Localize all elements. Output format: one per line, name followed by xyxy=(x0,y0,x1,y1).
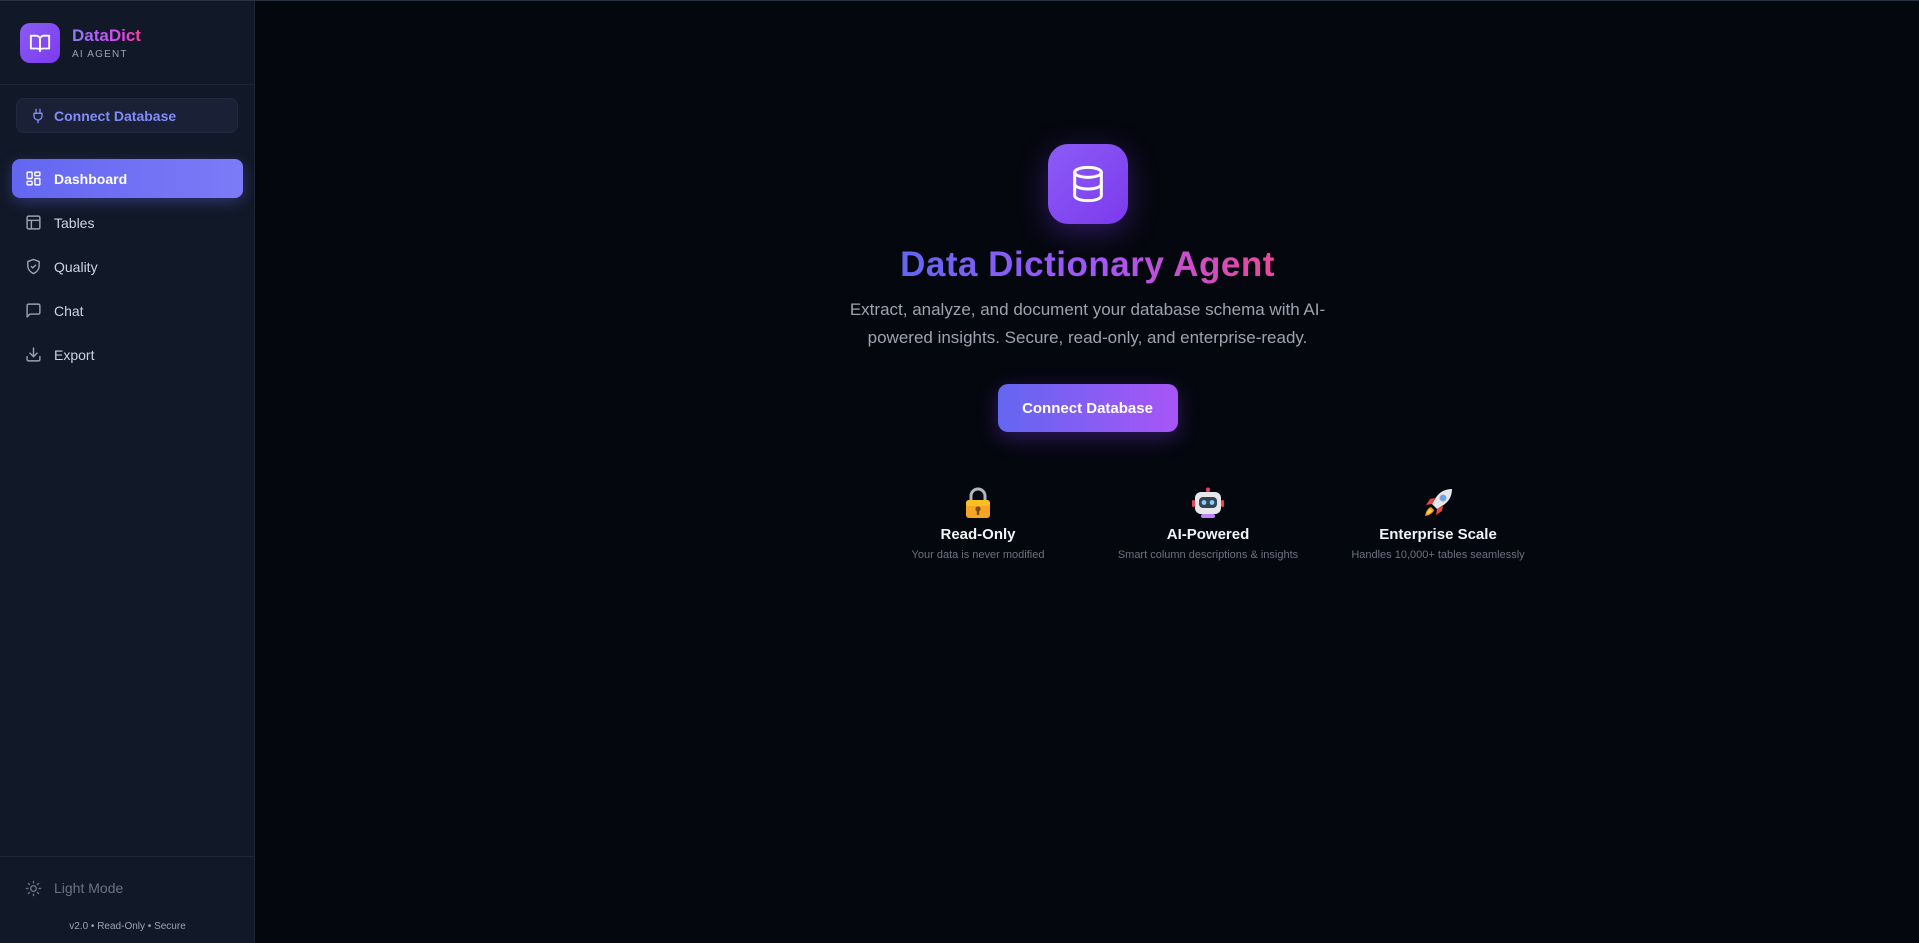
sidebar-item-label: Dashboard xyxy=(54,170,128,187)
sidebar-item-export[interactable]: Export xyxy=(12,335,243,374)
brand-name: DataDict xyxy=(72,26,141,45)
lock-icon xyxy=(858,486,1098,520)
shield-check-icon xyxy=(25,258,42,275)
connect-database-button[interactable]: Connect Database xyxy=(997,384,1178,432)
robot-icon xyxy=(1088,486,1328,520)
hero: Data Dictionary Agent Extract, analyze, … xyxy=(256,144,1919,432)
feature-title: AI-Powered xyxy=(1166,526,1250,543)
sidebar-item-label: Chat xyxy=(54,302,84,319)
sidebar-item-label: Export xyxy=(54,346,95,363)
hero-description: Extract, analyze, and document your data… xyxy=(849,300,1326,347)
dashboard-icon xyxy=(25,170,42,187)
main-content: Data Dictionary Agent Extract, analyze, … xyxy=(256,1,1919,943)
sidebar-item-tables[interactable]: Tables xyxy=(12,203,243,242)
app-window: DataDict AI AGENT Connect Database Dashb… xyxy=(0,0,1919,943)
light-mode-toggle[interactable]: Light Mode xyxy=(12,870,243,906)
plug-icon xyxy=(30,108,46,124)
brand-subtitle: AI AGENT xyxy=(72,49,128,60)
rocket-icon xyxy=(1318,486,1558,520)
feature-description: Smart column descriptions & insights xyxy=(1117,549,1299,561)
page-title: Data Dictionary Agent xyxy=(900,245,1275,284)
features: Read-Only Your data is never modified AI… xyxy=(256,486,1919,576)
feature-title: Read-Only xyxy=(940,526,1016,543)
sidebar-item-label: Quality xyxy=(54,258,98,275)
divider xyxy=(0,856,255,857)
book-icon xyxy=(20,23,60,63)
sidebar-item-quality[interactable]: Quality xyxy=(12,247,243,286)
divider xyxy=(0,84,255,85)
version-text: v2.0 • Read-Only • Secure xyxy=(69,921,186,932)
download-icon xyxy=(25,346,42,363)
feature-description: Handles 10,000+ tables seamlessly xyxy=(1351,549,1525,561)
feature-read-only: Read-Only Your data is never modified xyxy=(858,486,1098,561)
feature-description: Your data is never modified xyxy=(911,549,1045,561)
light-mode-label: Light Mode xyxy=(54,880,124,896)
sidebar-item-dashboard[interactable]: Dashboard xyxy=(12,159,243,198)
feature-title: Enterprise Scale xyxy=(1379,526,1497,543)
sidebar-item-label: Tables xyxy=(54,214,95,231)
sidebar-nav: Dashboard Tables Quality Chat Export xyxy=(12,159,243,379)
sidebar: DataDict AI AGENT Connect Database Dashb… xyxy=(0,1,255,943)
sidebar-connect-label: Connect Database xyxy=(54,107,177,124)
sidebar-connect-database-button[interactable]: Connect Database xyxy=(16,98,238,133)
chat-icon xyxy=(25,302,42,319)
table-icon xyxy=(25,214,42,231)
database-icon xyxy=(1047,144,1128,224)
feature-ai-powered: AI-Powered Smart column descriptions & i… xyxy=(1088,486,1328,561)
sidebar-item-chat[interactable]: Chat xyxy=(12,291,243,330)
brand[interactable]: DataDict AI AGENT xyxy=(20,23,141,63)
feature-enterprise-scale: Enterprise Scale Handles 10,000+ tables … xyxy=(1318,486,1558,561)
sun-icon xyxy=(25,880,42,897)
